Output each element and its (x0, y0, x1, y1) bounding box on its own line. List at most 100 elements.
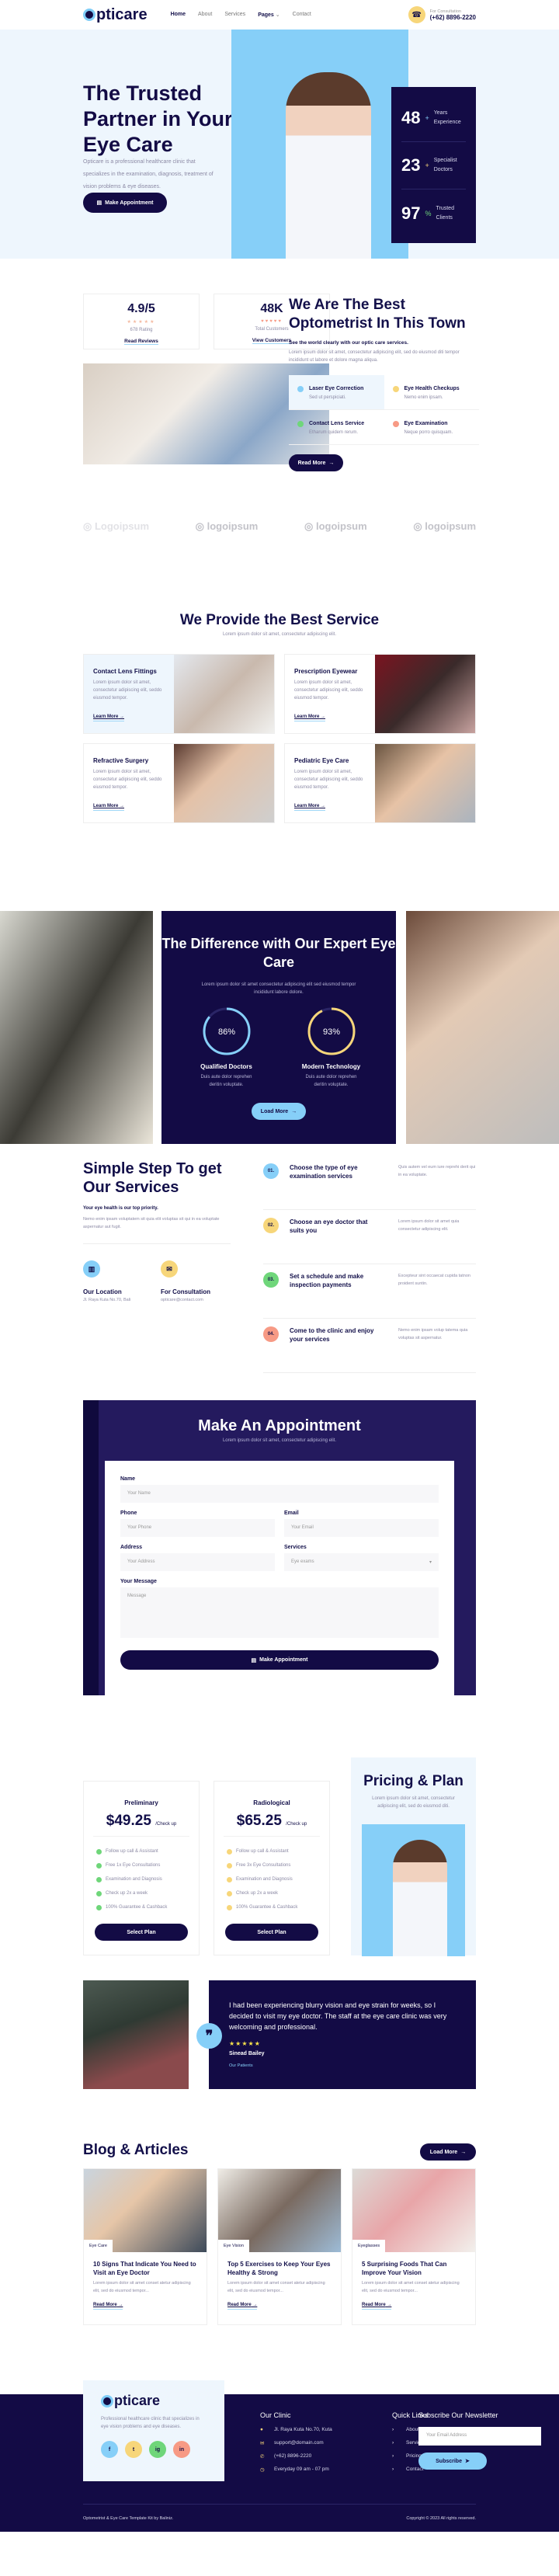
view-customers-link[interactable]: View Customers (252, 338, 292, 344)
check-icon (96, 1890, 102, 1896)
patient-photo (83, 1980, 189, 2089)
check-icon (227, 1904, 232, 1910)
read-more-button[interactable]: Read More → (289, 454, 343, 471)
step-item: 01. Choose the type of eye examination se… (263, 1156, 476, 1210)
hero-section: The Trusted Partner in Your Eye Care Opt… (0, 30, 559, 259)
stat-years: 48 + Years Experience (401, 95, 466, 142)
eye-logo-icon (101, 2394, 113, 2407)
about-section: 4.9/5 ★★★★★ 678 Rating Read Reviews 48K … (83, 274, 479, 499)
progress-ring: 86% (203, 1007, 250, 1055)
check-icon (227, 1890, 232, 1896)
hero-description: Opticare is a professional healthcare cl… (83, 159, 214, 189)
submit-appointment-button[interactable]: ▤ Make Appointment (120, 1650, 439, 1670)
eye-logo-icon (83, 9, 95, 21)
plan-card: Radiological $65.25 /Check up Follow up … (214, 1781, 330, 1955)
learn-more-link[interactable]: Learn More → (294, 713, 326, 721)
services-select[interactable]: Eye exams ▾ (284, 1553, 439, 1571)
logo[interactable]: pticare (83, 6, 148, 24)
chevron-right-icon: › (392, 2466, 394, 2472)
twitter-icon[interactable]: t (125, 2441, 142, 2458)
read-more-link[interactable]: Read More → (227, 2301, 258, 2310)
consultation-phone[interactable]: ☎ For Consultation (+62) 8896-2220 (408, 6, 476, 23)
service-image (375, 744, 475, 822)
nav-services[interactable]: Services (224, 12, 245, 18)
partner-logo: logoipsum (413, 520, 476, 533)
feature-list: Laser Eye Correction Sed ut perspiciati. … (289, 375, 479, 445)
testimonial-section: ❞ I had been experiencing blurry vision … (83, 1971, 476, 2130)
blog-post[interactable]: Eye Care 10 Signs That Indicate You Need … (83, 2168, 207, 2325)
read-more-link[interactable]: Read More → (362, 2301, 392, 2310)
name-input[interactable]: Your Name (120, 1485, 439, 1503)
divider (83, 1243, 231, 1244)
location-pin-icon: ● (260, 2427, 263, 2432)
make-appointment-button[interactable]: ▤ Make Appointment (83, 193, 167, 213)
select-plan-button[interactable]: Select Plan (225, 1924, 318, 1941)
nav-pages[interactable]: Pages ⌄ (258, 12, 280, 18)
phone-input[interactable]: Your Phone (120, 1519, 275, 1537)
footer-logo[interactable]: pticare (101, 2393, 207, 2409)
select-plan-button[interactable]: Select Plan (95, 1924, 188, 1941)
metric-doctors: 86% Qualified Doctors Duis aute dolor rep… (196, 1006, 258, 1089)
load-more-button[interactable]: Load More → (252, 1103, 306, 1120)
chevron-right-icon: › (392, 2440, 394, 2446)
step-item: 04. Come to the clinic and enjoy your ser… (263, 1319, 476, 1373)
newsletter-form: Subscribe Our Newsletter Your Email Addr… (418, 2411, 541, 2470)
plan-feature: Follow up call & Assistant (227, 1844, 329, 1858)
navbar: pticare Home About Services Pages ⌄ Cont… (83, 0, 476, 30)
send-icon: ➤ (464, 2459, 470, 2464)
blog-post[interactable]: Eye Vision Top 5 Exercises to Keep Your E… (217, 2168, 342, 2325)
learn-more-link[interactable]: Learn More → (93, 802, 125, 811)
check-icon (227, 1876, 232, 1882)
partner-logo: logoipsum (196, 520, 259, 533)
nav-contact[interactable]: Contact (293, 12, 311, 18)
service-card: Contact Lens Fittings Lorem ipsum dolor s… (83, 654, 275, 734)
location-info: ▥ Our Location Jl. Raya Kuta No.70, Bali (83, 1260, 161, 1302)
step-item: 02. Choose an eye doctor that suits you Lo… (263, 1210, 476, 1264)
check-icon (227, 1862, 232, 1869)
plan-feature: Free 3x Eye Consultations (227, 1858, 329, 1872)
chevron-right-icon: › (392, 2427, 394, 2432)
blog-section: Blog & Articles Load More → Eye Care 10 Sig… (83, 2130, 476, 2387)
footer-brand: pticare Professional healthcare clinic t… (83, 2380, 224, 2481)
service-image (174, 744, 274, 822)
facebook-icon[interactable]: f (101, 2441, 118, 2458)
blog-load-more-button[interactable]: Load More → (420, 2143, 476, 2161)
post-image: Eyeglasses (352, 2169, 475, 2252)
testimonial-card: ❞ I had been experiencing blurry vision … (196, 1980, 476, 2089)
phone-icon: ☎ (408, 6, 425, 23)
learn-more-link[interactable]: Learn More → (294, 802, 326, 811)
check-icon (297, 386, 304, 392)
plan-feature: 100% Guarantee & Cashback (96, 1900, 199, 1914)
linkedin-icon[interactable]: in (173, 2441, 190, 2458)
plan-feature: 100% Guarantee & Cashback (227, 1900, 329, 1914)
post-image: Eye Vision (218, 2169, 341, 2252)
check-icon (392, 421, 399, 427)
check-icon (96, 1848, 102, 1855)
mail-icon: ✉ (161, 1260, 178, 1278)
email-input[interactable]: Your Email (284, 1519, 439, 1537)
stat-clients: 97% Trusted Clients (401, 203, 454, 223)
address-input[interactable]: Your Address (120, 1553, 275, 1571)
slit-lamp-photo (0, 911, 153, 1144)
difference-section: The Difference with Our Expert Eye Care … (0, 911, 559, 1144)
learn-more-link[interactable]: Learn More → (93, 713, 125, 721)
read-reviews-link[interactable]: Read Reviews (124, 339, 158, 345)
hero-doctor-image (231, 30, 408, 259)
blog-post[interactable]: Eyeglasses 5 Surprising Foods That Can Im… (352, 2168, 476, 2325)
message-textarea[interactable]: Message (120, 1587, 439, 1638)
newsletter-email-input[interactable]: Your Email Address (418, 2427, 541, 2446)
nav-home[interactable]: Home (171, 12, 186, 18)
service-card: Prescription Eyewear Lorem ipsum dolor si… (284, 654, 476, 734)
chevron-right-icon: › (392, 2453, 394, 2459)
subscribe-button[interactable]: Subscribe ➤ (418, 2453, 487, 2470)
read-more-link[interactable]: Read More → (93, 2301, 123, 2310)
appointment-section: Make An Appointment Lorem ipsum dolor si… (83, 1392, 476, 1746)
partner-logo: logoipsum (304, 520, 367, 533)
map-icon: ▥ (83, 1260, 100, 1278)
clock-icon: ◷ (260, 2467, 265, 2473)
nav-about[interactable]: About (198, 12, 212, 18)
hero-title: The Trusted Partner in Your Eye Care (83, 82, 233, 156)
appointment-form: Name Your Name Phone Your Phone Email Your E… (105, 1461, 454, 1695)
difference-panel: The Difference with Our Expert Eye Care … (161, 911, 396, 1144)
instagram-icon[interactable]: ig (149, 2441, 166, 2458)
